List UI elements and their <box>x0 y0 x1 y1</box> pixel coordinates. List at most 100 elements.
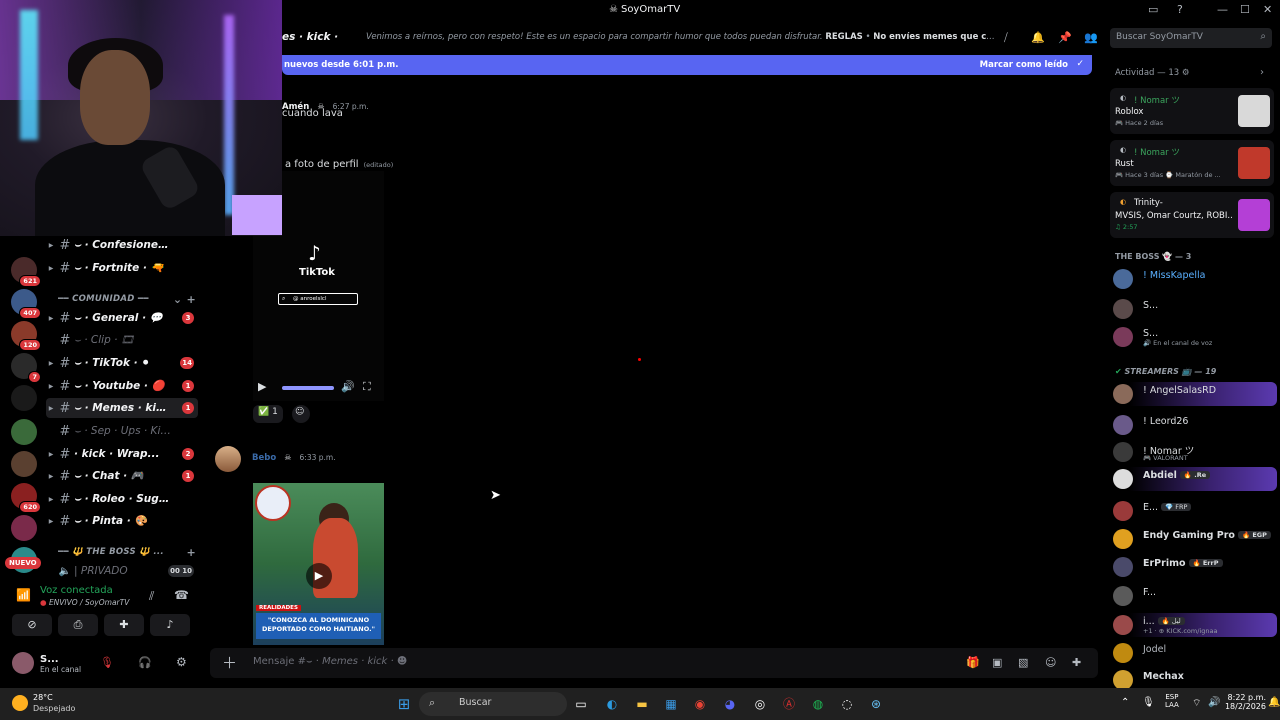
server-icon-4[interactable]: 7 <box>11 353 41 383</box>
mark-as-read-button[interactable]: Marcar como leído <box>980 60 1068 70</box>
member-item[interactable]: ! Leord26 <box>1113 413 1277 437</box>
play-icon[interactable]: ▶ <box>306 563 332 589</box>
search-input[interactable]: Buscar SoyOmarTV ⌕ <box>1110 28 1272 48</box>
camera-off-button[interactable]: ⊘ <box>12 614 52 636</box>
notification-bell-icon[interactable]: 🔔 <box>1031 31 1045 44</box>
server-icon-9[interactable] <box>11 515 37 541</box>
avatar[interactable] <box>12 652 34 674</box>
clock[interactable]: 8:22 p.m. 18/2/2026 <box>1222 693 1266 711</box>
discord-icon[interactable]: ◕ <box>721 695 739 713</box>
new-messages-bar[interactable]: nuevos desde 6:01 p.m. Marcar como leído… <box>282 55 1092 75</box>
server-icon-5[interactable] <box>11 385 37 411</box>
disconnect-icon[interactable]: ☎ <box>174 588 189 602</box>
notification-icon[interactable]: 🔔 <box>1268 697 1280 708</box>
steam-icon[interactable]: ⊛ <box>867 695 885 713</box>
message-author[interactable]: Bebo <box>252 453 276 463</box>
avatar[interactable] <box>215 446 241 472</box>
channel-item[interactable]: ▶ # ⌣ · General · 💬 3 <box>46 308 198 328</box>
language-indicator[interactable]: ESP LAA <box>1165 693 1179 709</box>
server-icon-2[interactable]: 407 <box>11 289 41 319</box>
attach-plus-icon[interactable]: ＋ <box>222 652 237 673</box>
category-comunidad[interactable]: ━━ COMUNIDAD ━━ ⌄ + <box>58 294 204 304</box>
spotify-icon[interactable]: ◍ <box>809 695 827 713</box>
member-list-icon[interactable]: 👥 <box>1084 31 1098 44</box>
member-item[interactable]: Endy Gaming Pro 🔥 EGP <box>1113 527 1277 551</box>
server-icon-6[interactable] <box>11 419 37 445</box>
volume-slider[interactable] <box>282 386 334 390</box>
activities-button[interactable]: ✚ <box>104 614 144 636</box>
play-icon[interactable]: ▶ <box>258 380 266 393</box>
channel-item[interactable]: ▶ # ⌣ · TikTok · ⚫ 14 <box>46 353 198 373</box>
activity-card[interactable]: ◐ ! Nomar ツ Rust 🎮 Hace 3 días ⌚ Maratón … <box>1110 140 1274 186</box>
channel-item[interactable]: ▶ # ⌣ · Fortnite · 🔫 <box>46 258 198 278</box>
gif-icon[interactable]: ▣ <box>992 656 1002 669</box>
edge-icon[interactable]: ◐ <box>603 695 621 713</box>
activity-card[interactable]: ◐ ! Nomar ツ Roblox 🎮 Hace 2 días <box>1110 88 1274 134</box>
adobe-icon[interactable]: Ⓐ <box>780 695 798 713</box>
member-item[interactable]: ! Nomar ツ 🎮 VALORANT <box>1113 440 1277 464</box>
headphones-icon[interactable]: 🎧 <box>138 656 152 669</box>
help-icon[interactable]: ? <box>1177 3 1183 16</box>
chevron-right-icon[interactable]: › <box>1260 67 1264 78</box>
user-name[interactable]: S... <box>40 654 59 665</box>
close-button[interactable]: ✕ <box>1263 3 1272 16</box>
new-badge[interactable]: NUEVO <box>5 557 41 569</box>
emoji-icon[interactable]: ☺ <box>1045 656 1056 669</box>
settings-gear-icon[interactable]: ⚙ <box>1182 68 1190 78</box>
channel-topic[interactable]: Venimos a reírnos, pero con respeto! Est… <box>366 32 996 42</box>
member-item[interactable]: ! MissKapella <box>1113 267 1277 291</box>
inbox-icon[interactable]: ▭ <box>1148 3 1158 16</box>
message-input[interactable]: Mensaje #⌣ · Memes · kick · ☻ <box>253 656 407 667</box>
app-icon[interactable]: ◎ <box>751 695 769 713</box>
voice-status[interactable]: Voz conectada <box>40 585 113 596</box>
channel-item[interactable]: ▶ #⌣ · Confesiones · 🤫 <box>46 235 198 255</box>
server-icon-1[interactable]: 621 <box>11 257 41 287</box>
channel-item[interactable]: ▶ #⌣ · Roleo · Sugerido... <box>46 489 198 509</box>
pin-icon[interactable]: 📌 <box>1058 31 1072 44</box>
channel-item[interactable]: ▶ # ⌣ · Pinta · 🎨 <box>46 511 198 531</box>
apps-icon[interactable]: ✚ <box>1072 656 1081 669</box>
channel-item[interactable]: ▶ # ⌣ · Youtube · 🔴 1 <box>46 376 198 396</box>
server-icon-8[interactable]: 620 <box>11 483 41 513</box>
server-icon-7[interactable] <box>11 451 37 477</box>
activity-card[interactable]: ◐ Trinity- MVSIS, Omar Courtz, ROBI... ♫ … <box>1110 192 1274 238</box>
windows-start-icon[interactable]: ⊞ <box>395 695 413 713</box>
channel-item[interactable]: ▶ # · kick · Wrap... 2 <box>46 444 198 464</box>
member-item[interactable]: i... 🔥 ليل +1 · ⊕ KICK.com/ignaa <box>1113 613 1277 637</box>
gift-icon[interactable]: 🎁 <box>966 656 980 669</box>
add-reaction-icon[interactable]: ☺ <box>292 405 310 423</box>
noise-suppression-icon[interactable]: ⫽ <box>149 589 154 604</box>
voice-channel-privado[interactable]: 🔈 | PRIVADO 00 10 <box>46 561 198 581</box>
tray-chevron-icon[interactable]: ⌃ <box>1121 697 1129 708</box>
voice-channel[interactable]: ● ENVIVO / SoyOmarTV <box>40 598 129 607</box>
sticker-icon[interactable]: ▧ <box>1018 656 1028 669</box>
add-channel-icon[interactable]: ⌄ + <box>173 294 196 304</box>
server-icon-3[interactable]: 120 <box>11 321 41 351</box>
reaction-check[interactable]: ✅ 1 <box>253 405 283 423</box>
taskbar-search[interactable]: ⌕ Buscar <box>419 692 567 716</box>
member-item[interactable]: ! AngelSalasRD <box>1113 382 1277 406</box>
channel-item[interactable]: # ⌣ · Clip · 🎞 <box>46 330 198 350</box>
channel-item-selected[interactable]: ▶ # ⌣ · Memes · kick... 1 <box>46 398 198 418</box>
member-item[interactable]: Jodel <box>1113 641 1277 665</box>
channel-item[interactable]: # ⌣ · Sep · Ups · Kick... <box>46 421 198 441</box>
chrome-icon[interactable]: ◉ <box>691 695 709 713</box>
member-item[interactable]: S... 🔊 En el canal de voz <box>1113 325 1277 349</box>
threads-icon[interactable]: ⧸ <box>1004 31 1008 45</box>
member-item[interactable]: F... <box>1113 584 1277 608</box>
volume-icon[interactable]: 🔊 <box>341 380 355 393</box>
maximize-button[interactable]: ☐ <box>1240 3 1250 16</box>
screen-share-button[interactable]: ⎙ <box>58 614 98 636</box>
member-item[interactable]: S... <box>1113 297 1277 321</box>
volume-icon[interactable]: 🔊 <box>1208 697 1220 708</box>
member-item[interactable]: ErPrimo 🔥 ErrP <box>1113 555 1277 579</box>
obs-icon[interactable]: ◌ <box>838 695 856 713</box>
store-icon[interactable]: ▦ <box>662 695 680 713</box>
task-view-icon[interactable]: ▭ <box>572 695 590 713</box>
video-embed[interactable]: ▶ REALIDADES "CONOZCA AL DOMINICANO DEPO… <box>253 483 384 645</box>
soundboard-button[interactable]: ♪ <box>150 614 190 636</box>
mic-tray-icon[interactable]: 🎙 <box>1142 697 1155 708</box>
member-item[interactable]: Abdiel 🔥 .Re <box>1113 467 1277 491</box>
settings-gear-icon[interactable]: ⚙ <box>176 655 187 669</box>
file-explorer-icon[interactable]: ▬ <box>633 695 651 713</box>
